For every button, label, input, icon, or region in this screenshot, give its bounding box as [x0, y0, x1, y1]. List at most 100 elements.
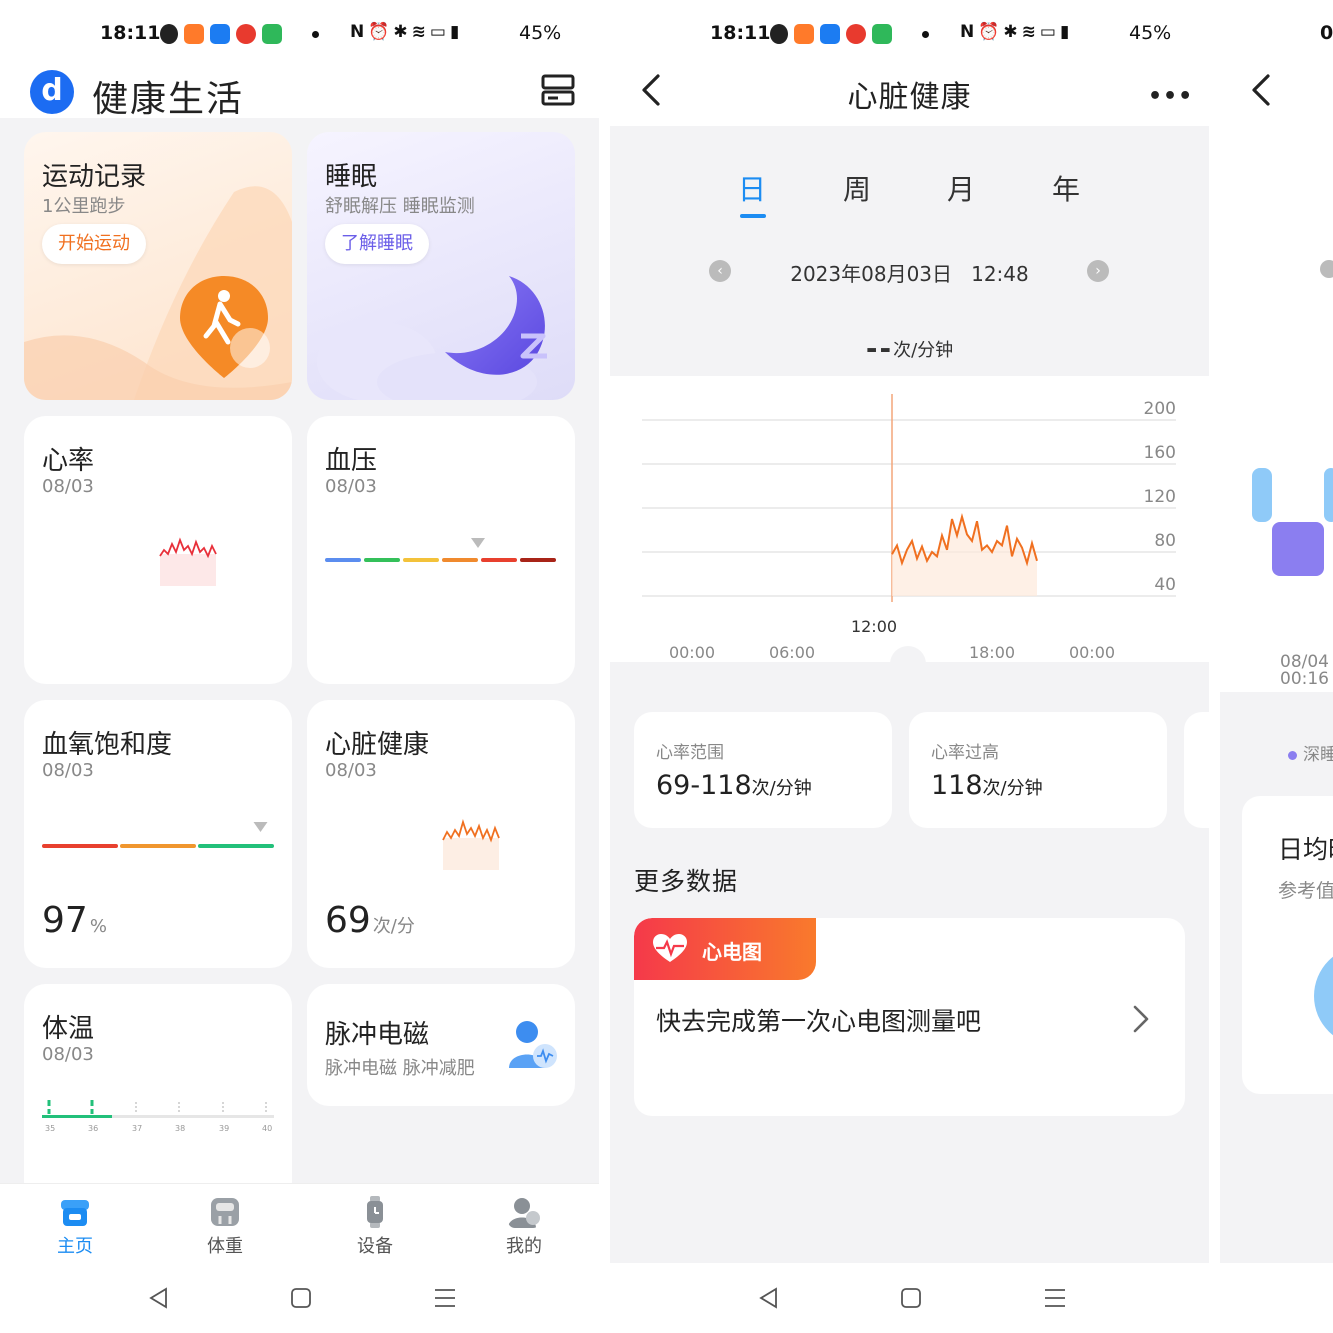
- notification-icons: [770, 24, 892, 44]
- shop-icon: [846, 24, 866, 44]
- system-home-icon[interactable]: [900, 1287, 922, 1309]
- learn-sleep-button[interactable]: 了解睡眠: [325, 224, 429, 264]
- status-bar: 18:11 N⏰✱≋▭▮ 45%: [0, 0, 599, 70]
- nav-me[interactable]: 我的: [484, 1196, 564, 1258]
- system-home-icon[interactable]: [290, 1287, 312, 1309]
- heart-health-screen: 18:11 N⏰✱≋▭▮ 45% 心脏健康 ••• 日 周 月 年 ‹ 2023…: [610, 0, 1209, 1333]
- spo2-card[interactable]: 血氧饱和度 08/03 97%: [24, 700, 292, 968]
- x-tick-label: 06:00: [769, 643, 815, 662]
- ecg-message: 快去完成第一次心电图测量吧: [656, 1007, 982, 1036]
- heart-rate-high-card[interactable]: 心率过高 118次/分钟: [909, 712, 1167, 828]
- daily-average-card[interactable]: 日均时 参考值: [1242, 796, 1333, 1094]
- blood-pressure-date: 08/03: [325, 476, 377, 497]
- system-navigation-bar: [610, 1263, 1209, 1333]
- tab-month[interactable]: 月: [936, 168, 986, 208]
- status-time: 18:11: [710, 22, 771, 44]
- x-tick-label: 00:00: [669, 643, 715, 662]
- more-data-title: 更多数据: [634, 867, 739, 896]
- temperature-date: 08/03: [42, 1044, 94, 1065]
- card-layout-icon[interactable]: [540, 72, 576, 108]
- y-tick-label: 120: [1144, 487, 1176, 507]
- y-tick-label: 40: [1154, 575, 1176, 595]
- heart-health-date: 08/03: [325, 760, 377, 781]
- exercise-card[interactable]: 运动记录 1公里跑步 开始运动: [24, 132, 292, 400]
- pulse-em-title: 脉冲电磁: [325, 1020, 430, 1050]
- sleep-bar-light-2: [1324, 468, 1333, 522]
- sleep-card[interactable]: 睡眠 舒眠解压 睡眠监测 了解睡眠: [307, 132, 575, 400]
- spo2-scale-bar: [42, 822, 274, 848]
- pulse-em-card[interactable]: 脉冲电磁 脉冲电磁 脉冲减肥: [307, 984, 575, 1106]
- sleep-screen-partial: 08 08/04 00:16 深睡 日均时 参考值: [1220, 0, 1333, 1333]
- moon-icon: [445, 276, 547, 375]
- system-back-icon[interactable]: [148, 1287, 170, 1309]
- back-icon[interactable]: [1248, 72, 1274, 108]
- heart-health-card[interactable]: 心脏健康 08/03 69 次/分: [307, 700, 575, 968]
- bottom-navigation: 主页 体重 设备 我的: [0, 1183, 599, 1263]
- heart-pulse-icon: [653, 934, 687, 962]
- heart-rate-range-card[interactable]: 心率范围 69-118次/分钟: [634, 712, 892, 828]
- sleep-start-label: 08/04 00:16: [1280, 652, 1329, 689]
- heart-rate-date: 08/03: [42, 476, 94, 497]
- start-exercise-button[interactable]: 开始运动: [42, 224, 146, 264]
- system-back-icon[interactable]: [758, 1287, 780, 1309]
- tab-day[interactable]: 日: [727, 168, 777, 208]
- status-bar: 18:11 N⏰✱≋▭▮ 45%: [610, 0, 1209, 70]
- messages-icon: [262, 24, 282, 44]
- tab-week[interactable]: 周: [832, 168, 882, 208]
- temperature-tick-labels: 35 36 37 38 39 40: [45, 1124, 273, 1133]
- y-tick-label: 80: [1154, 531, 1176, 551]
- chart-cursor-label: 12:00: [851, 617, 897, 636]
- sleep-chart-area[interactable]: 08/04 00:16: [1220, 126, 1333, 692]
- more-options-icon[interactable]: •••: [1148, 84, 1193, 109]
- heart-rate-chart-svg: 200 160 120 80 40 12:00 00:00 06:00 18:00 00:00: [642, 394, 1176, 662]
- exercise-subtitle: 1公里跑步: [42, 196, 126, 217]
- nav-devices[interactable]: 设备: [335, 1196, 415, 1258]
- sleep-header: [1220, 70, 1333, 126]
- period-tabs: 日 周 月 年: [610, 160, 1209, 220]
- app-title: 健康生活: [92, 79, 245, 120]
- deep-sleep-legend-dot-icon: [1288, 751, 1297, 760]
- more-notifications-dot-icon: [922, 31, 929, 38]
- spo2-marker-icon: [253, 822, 268, 832]
- nav-home[interactable]: 主页: [35, 1196, 115, 1258]
- heart-rate-chart[interactable]: 200 160 120 80 40 12:00 00:00 06:00 18:00 00:00: [610, 376, 1209, 662]
- system-menu-icon[interactable]: [1044, 1287, 1066, 1309]
- chart-scrubber-handle[interactable]: [890, 646, 926, 682]
- previous-date-icon[interactable]: [1320, 260, 1333, 278]
- home-screen: 18:11 N⏰✱≋▭▮ 45% d 健康生活 运动记录 1公里跑步 开始运动: [0, 0, 599, 1333]
- system-menu-icon[interactable]: [434, 1287, 456, 1309]
- temperature-title: 体温: [42, 1014, 95, 1044]
- sleep-bar-deep: [1272, 522, 1324, 576]
- page-title: 心脏健康: [847, 80, 972, 115]
- temperature-scale: [42, 1100, 274, 1118]
- x-tick-label: 00:00: [1069, 643, 1115, 662]
- running-pin-icon: [180, 276, 270, 378]
- date-selector: ‹ 2023年08月03日 12:48 ›: [610, 258, 1209, 288]
- status-time-partial: 08: [1320, 22, 1333, 44]
- nav-weight[interactable]: 体重: [185, 1196, 265, 1258]
- battery-level: 45%: [1129, 22, 1172, 44]
- status-bar: 08: [1220, 0, 1333, 70]
- home-store-icon: [61, 1200, 89, 1226]
- next-stat-card-partial[interactable]: [1184, 712, 1209, 828]
- spo2-value: 97%: [42, 900, 107, 941]
- temperature-card[interactable]: 体温 08/03 35 36 37 38 39 40: [24, 984, 292, 1204]
- next-date-icon[interactable]: ›: [1087, 260, 1109, 282]
- selected-date: 2023年08月03日 12:48: [790, 262, 1029, 286]
- system-navigation-bar: [0, 1263, 599, 1333]
- sleep-title: 睡眠: [325, 162, 378, 192]
- profile-icon: [508, 1198, 540, 1228]
- exercise-title: 运动记录: [42, 162, 147, 192]
- phone-app-icon: [210, 24, 230, 44]
- blood-pressure-marker-icon: [471, 538, 485, 548]
- battery-level: 45%: [519, 22, 562, 44]
- messages-icon: [872, 24, 892, 44]
- ecg-card[interactable]: 心电图 快去完成第一次心电图测量吧: [634, 918, 1185, 1116]
- x-tick-label: 18:00: [969, 643, 1015, 662]
- blood-pressure-card[interactable]: 血压 08/03: [307, 416, 575, 684]
- tab-year[interactable]: 年: [1041, 168, 1091, 208]
- heart-rate-card[interactable]: 心率 08/03: [24, 416, 292, 684]
- status-time: 18:11: [100, 22, 161, 44]
- system-icons: N⏰✱≋▭▮: [350, 22, 464, 42]
- spo2-title: 血氧饱和度: [42, 730, 173, 760]
